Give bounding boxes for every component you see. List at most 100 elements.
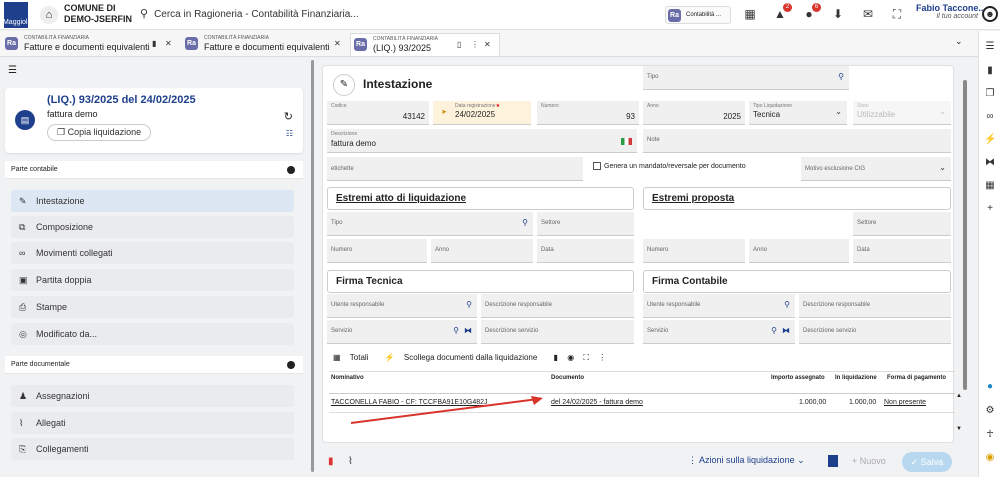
checkbox-box[interactable] <box>593 162 601 170</box>
column-header-forma-pagamento[interactable]: Forma di pagamento <box>887 375 946 381</box>
menu-item-collegamenti[interactable]: ⎘ Collegamenti <box>11 438 294 460</box>
bookmark-icon[interactable]: ▮ <box>152 39 156 48</box>
copy-icon[interactable]: ❐ <box>984 88 996 99</box>
hierarchy-icon[interactable]: ⧓ <box>464 326 472 335</box>
tab-fatture-2[interactable]: Ra CONTABILITÀ FINANZIARIA Fatture e doc… <box>182 33 350 56</box>
column-header-nominativo[interactable]: Nominativo <box>331 375 364 381</box>
codice-field[interactable]: Codice 43142 <box>327 101 429 125</box>
menu-item-allegati[interactable]: ⌇ Allegati <box>11 412 294 434</box>
section-parte-documentale[interactable]: Parte documentale <box>5 356 303 374</box>
contabile-descr-resp-field[interactable]: Descrizione responsabile <box>799 294 951 318</box>
link-icon[interactable]: ∞ <box>984 111 996 122</box>
hamburger-menu-icon[interactable]: ☰ <box>8 65 17 76</box>
grid-scroll-down-icon[interactable]: ▼ <box>956 426 962 432</box>
pin-icon[interactable]: ▯ <box>457 40 461 49</box>
tecnica-descr-resp-field[interactable]: Descrizione responsabile <box>481 294 634 318</box>
close-icon[interactable]: ✕ <box>484 40 491 49</box>
user-account[interactable]: Fabio Taccone... Il tuo account <box>916 3 986 20</box>
etichette-field[interactable]: etichette <box>327 157 583 181</box>
document-icon[interactable] <box>828 455 838 467</box>
refresh-icon[interactable]: ↻ <box>284 110 293 123</box>
column-header-importo[interactable]: Importo assegnato <box>771 375 825 381</box>
context-selector[interactable]: Ra Contabilità ... <box>665 6 731 24</box>
calculator-icon[interactable]: ▦ <box>984 180 996 191</box>
proposta-tipo-field[interactable]: Tipo ⚲ <box>643 66 849 90</box>
search-box[interactable]: ⚲ Cerca in Ragioneria - Contabilità Finan… <box>140 7 359 20</box>
atto-numero-field[interactable]: Numero <box>327 239 427 263</box>
fullscreen-icon[interactable]: ⛶ <box>889 7 905 22</box>
note-field[interactable]: Note <box>643 129 951 153</box>
salva-button[interactable]: ✓ Salva <box>902 452 952 472</box>
network-icon[interactable]: ⧓ <box>984 157 996 168</box>
tipo-liquidazione-select[interactable]: Tipo Liquidazione Tecnica ⌄ <box>749 101 847 125</box>
paperclip-icon[interactable]: ⌇ <box>348 456 353 467</box>
proposta-data-field[interactable]: Data <box>853 239 951 263</box>
collapse-icon[interactable] <box>287 166 295 174</box>
expand-icon[interactable]: ⛶ <box>583 353 589 362</box>
chevron-down-icon[interactable]: ⌄ <box>955 36 963 47</box>
location-pin-icon[interactable]: ● <box>984 381 996 392</box>
search-icon[interactable]: ⚲ <box>771 326 777 335</box>
genera-mandato-checkbox[interactable]: Genera un mandato/reversale per document… <box>593 162 746 170</box>
alert-icon[interactable]: ▲ 2 <box>772 3 792 21</box>
help-icon[interactable]: ◉ <box>984 452 996 463</box>
bookmark-icon[interactable]: ▮ <box>984 65 996 76</box>
contabile-utente-field[interactable]: Utente responsabile ⚲ <box>643 294 795 318</box>
gear-icon[interactable]: ⚙ <box>984 405 996 416</box>
bell-icon[interactable]: ● 6 <box>801 3 821 21</box>
search-icon[interactable]: ⚲ <box>453 326 459 335</box>
bookmark-icon[interactable]: ▮ <box>554 353 558 362</box>
main-scrollbar[interactable] <box>963 80 967 390</box>
more-vertical-icon[interactable]: ⋮ <box>471 40 479 49</box>
contabile-descr-serv-field[interactable]: Descrizione servizio <box>799 320 951 344</box>
cell-forma-pagamento[interactable]: Non presente <box>884 399 926 406</box>
proposta-settore-field[interactable]: Settore <box>853 212 951 236</box>
menu-item-modificato-da[interactable]: ◎ Modificato da... <box>11 323 294 345</box>
eye-icon[interactable]: ◉ <box>567 353 574 362</box>
tecnica-utente-field[interactable]: Utente responsabile ⚲ <box>327 294 477 318</box>
numero-field[interactable]: Numero 93 <box>537 101 639 125</box>
nuovo-button[interactable]: + Nuovo <box>852 456 886 466</box>
search-icon[interactable]: ⚲ <box>522 218 528 227</box>
search-icon[interactable]: ⚲ <box>784 300 790 309</box>
apps-grid-icon[interactable]: ▦ <box>742 7 758 21</box>
close-icon[interactable]: ✕ <box>334 39 341 48</box>
atto-tipo-field[interactable]: Tipo ⚲ <box>327 212 533 236</box>
copy-liquidazione-button[interactable]: ❐ Copia liquidazione <box>47 124 152 141</box>
azioni-liquidazione-button[interactable]: ⋮ Azioni sulla liquidazione ⌄ <box>688 455 805 466</box>
search-input[interactable]: Cerca in Ragioneria - Contabilità Finanz… <box>154 9 359 20</box>
menu-item-partita-doppia[interactable]: ▣ Partita doppia <box>11 269 294 291</box>
menu-item-assegnazioni[interactable]: ♟ Assegnazioni <box>11 385 294 407</box>
atto-settore-field[interactable]: Settore <box>537 212 634 236</box>
tecnica-descr-serv-field[interactable]: Descrizione servizio <box>481 320 634 344</box>
menu-item-movimenti-collegati[interactable]: ∞ Movimenti collegati <box>11 242 294 264</box>
search-icon[interactable]: ⚲ <box>466 300 472 309</box>
scollega-button[interactable]: ⚡ Scollega documenti dalla liquidazione <box>385 353 545 362</box>
tab-liquidazione[interactable]: Ra CONTABILITÀ FINANZIARIA (LIQ.) 93/202… <box>350 33 500 56</box>
unlink-icon[interactable]: ⚡ <box>984 134 996 145</box>
menu-item-stampe[interactable]: ⎙ Stampe <box>11 296 294 318</box>
tecnica-servizio-field[interactable]: Servizio ⚲ ⧓ <box>327 320 477 344</box>
collapse-icon[interactable] <box>287 361 295 369</box>
motivo-esclusione-select[interactable]: Motivo esclusione CIG ⌄ <box>801 157 951 181</box>
hierarchy-icon[interactable]: ⧓ <box>782 326 790 335</box>
bank-icon[interactable]: ⌂ <box>40 6 58 24</box>
accessibility-icon[interactable]: ☥ <box>984 429 996 440</box>
sidebar-scrollbar[interactable] <box>311 60 314 472</box>
search-list-icon[interactable]: ☷ <box>286 129 293 138</box>
maggioli-logo[interactable]: Maggioli <box>3 2 29 28</box>
totali-button[interactable]: ▦ Totali <box>333 353 375 362</box>
download-icon[interactable]: ⬇ <box>830 7 846 21</box>
user-avatar-icon[interactable]: ☻ <box>982 6 998 22</box>
data-registrazione-field[interactable]: Data registrazione★ ➤ 24/02/2025 <box>433 101 531 125</box>
proposta-anno-field[interactable]: Anno <box>749 239 849 263</box>
italian-flag-icon[interactable] <box>621 138 632 145</box>
mail-icon[interactable]: ✉ <box>860 7 876 21</box>
atto-anno-field[interactable]: Anno <box>431 239 533 263</box>
proposta-numero-field[interactable]: Numero <box>643 239 745 263</box>
edit-pencil-icon[interactable]: ✎ <box>333 74 355 96</box>
list-settings-icon[interactable]: ☰ <box>984 41 996 52</box>
column-header-documento[interactable]: Documento <box>551 375 584 381</box>
trash-icon[interactable]: ▮ <box>328 456 334 467</box>
close-icon[interactable]: ✕ <box>165 39 172 48</box>
